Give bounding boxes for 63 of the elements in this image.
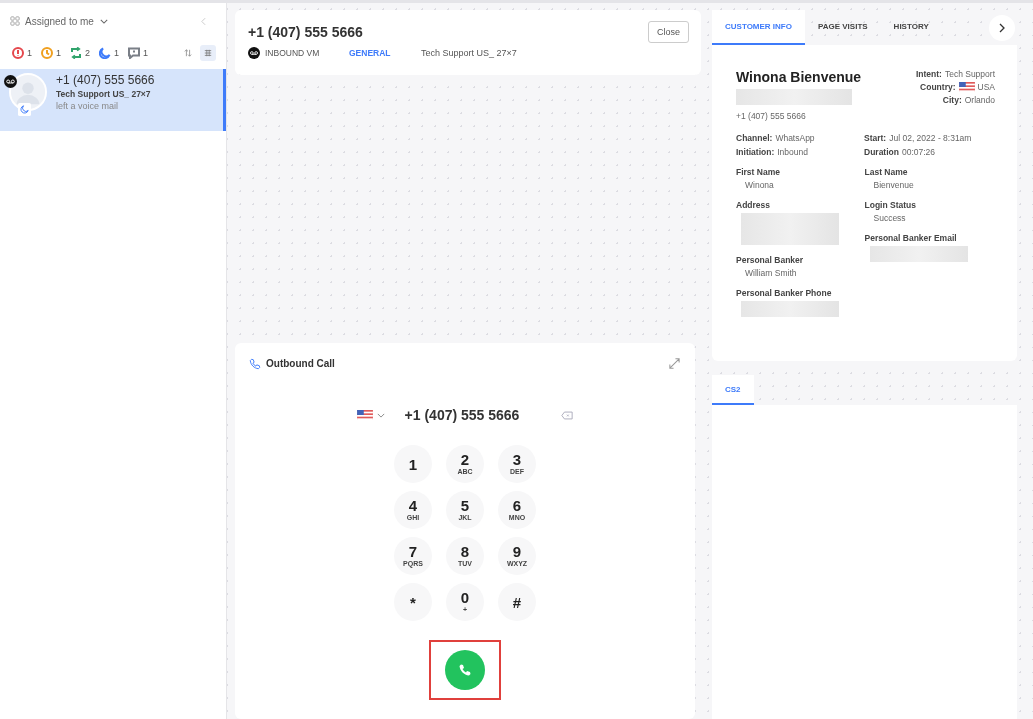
conversation-queue: Tech Support US_ 27×7 bbox=[56, 89, 152, 99]
field-value: Bienvenue bbox=[872, 180, 915, 190]
table-icon bbox=[204, 49, 212, 57]
grid-view-toggle[interactable] bbox=[200, 45, 216, 61]
field-label: Personal Banker Email bbox=[864, 233, 958, 243]
conversation-title: +1 (407) 555 5666 bbox=[248, 24, 363, 40]
customer-phone: +1 (407) 555 5666 bbox=[736, 111, 807, 121]
phone-icon bbox=[249, 357, 261, 370]
keypad-key[interactable]: 1 bbox=[394, 445, 432, 483]
expand-icon[interactable] bbox=[668, 357, 681, 370]
channel-label: INBOUND VM bbox=[265, 48, 321, 58]
keypad-key[interactable]: # bbox=[498, 583, 536, 621]
customer-name: Winona Bienvenue bbox=[736, 69, 862, 85]
status-count: 1 bbox=[56, 48, 62, 58]
dialer-title: Outbound Call bbox=[266, 358, 335, 369]
us-flag-icon bbox=[356, 410, 373, 420]
chevron-down-icon bbox=[376, 412, 385, 418]
status-count: 1 bbox=[114, 48, 120, 58]
meta-field: Duration 00:07:26 bbox=[864, 147, 992, 157]
summary-field: Country: USA bbox=[920, 82, 995, 92]
info-tab[interactable]: CUSTOMER INFO bbox=[712, 10, 805, 45]
status-count: 2 bbox=[85, 48, 91, 58]
field-value: William Smith bbox=[744, 268, 798, 278]
next-tab-button[interactable] bbox=[989, 14, 1015, 41]
grid-icon bbox=[10, 16, 20, 26]
chevron-right-icon bbox=[999, 22, 1005, 33]
field-value: Success bbox=[872, 213, 907, 223]
conversation-phone: +1 (407) 555 5666 bbox=[56, 73, 155, 87]
summary-field: City: Orlando bbox=[942, 95, 995, 105]
meta-field: Channel: WhatsApp bbox=[736, 133, 864, 143]
field-label: Login Status bbox=[864, 200, 917, 210]
queue-label: Tech Support US_ 27×7 bbox=[421, 48, 517, 58]
voicemail-icon bbox=[4, 75, 17, 88]
conversation-preview: left a voice mail bbox=[56, 101, 120, 111]
meta-field: Initiation: Inbound bbox=[736, 147, 864, 157]
chevron-down-icon bbox=[99, 18, 108, 24]
sort-icon bbox=[184, 49, 192, 57]
voicemail-icon bbox=[248, 47, 260, 59]
status-count: 1 bbox=[143, 48, 149, 58]
conversation-item[interactable]: +1 (407) 555 5666 Tech Support US_ 27×7 left a voice mail bbox=[0, 69, 226, 131]
meta-field: Start: Jul 02, 2022 - 8:31am bbox=[864, 133, 992, 143]
status-count: 1 bbox=[27, 48, 32, 58]
dialed-number: +1 (407) 555 5666 bbox=[404, 407, 520, 423]
field-label: Address bbox=[736, 200, 771, 210]
collapse-icon[interactable] bbox=[201, 16, 206, 26]
field-label: First Name bbox=[736, 167, 781, 177]
category-label: GENERAL bbox=[349, 48, 392, 58]
phone-icon bbox=[458, 663, 472, 677]
info-tab[interactable]: HISTORY bbox=[880, 10, 942, 45]
keypad-key[interactable]: * bbox=[394, 583, 432, 621]
field-label: Last Name bbox=[864, 167, 909, 177]
panel-tab[interactable]: CS2 bbox=[712, 375, 754, 405]
field-value: Winona bbox=[744, 180, 775, 190]
close-button[interactable]: Close bbox=[648, 21, 689, 43]
country-selector[interactable] bbox=[356, 410, 385, 420]
assignment-filter-dropdown[interactable]: Assigned to me bbox=[25, 15, 108, 27]
info-tab[interactable]: PAGE VISITS bbox=[804, 10, 881, 45]
field-label: Personal Banker Phone bbox=[736, 288, 833, 298]
summary-field: Intent: Tech Support bbox=[915, 69, 995, 79]
field-label: Personal Banker bbox=[736, 255, 805, 265]
call-button[interactable] bbox=[445, 650, 485, 690]
moon-icon bbox=[18, 103, 31, 116]
backspace-icon[interactable] bbox=[561, 410, 574, 420]
